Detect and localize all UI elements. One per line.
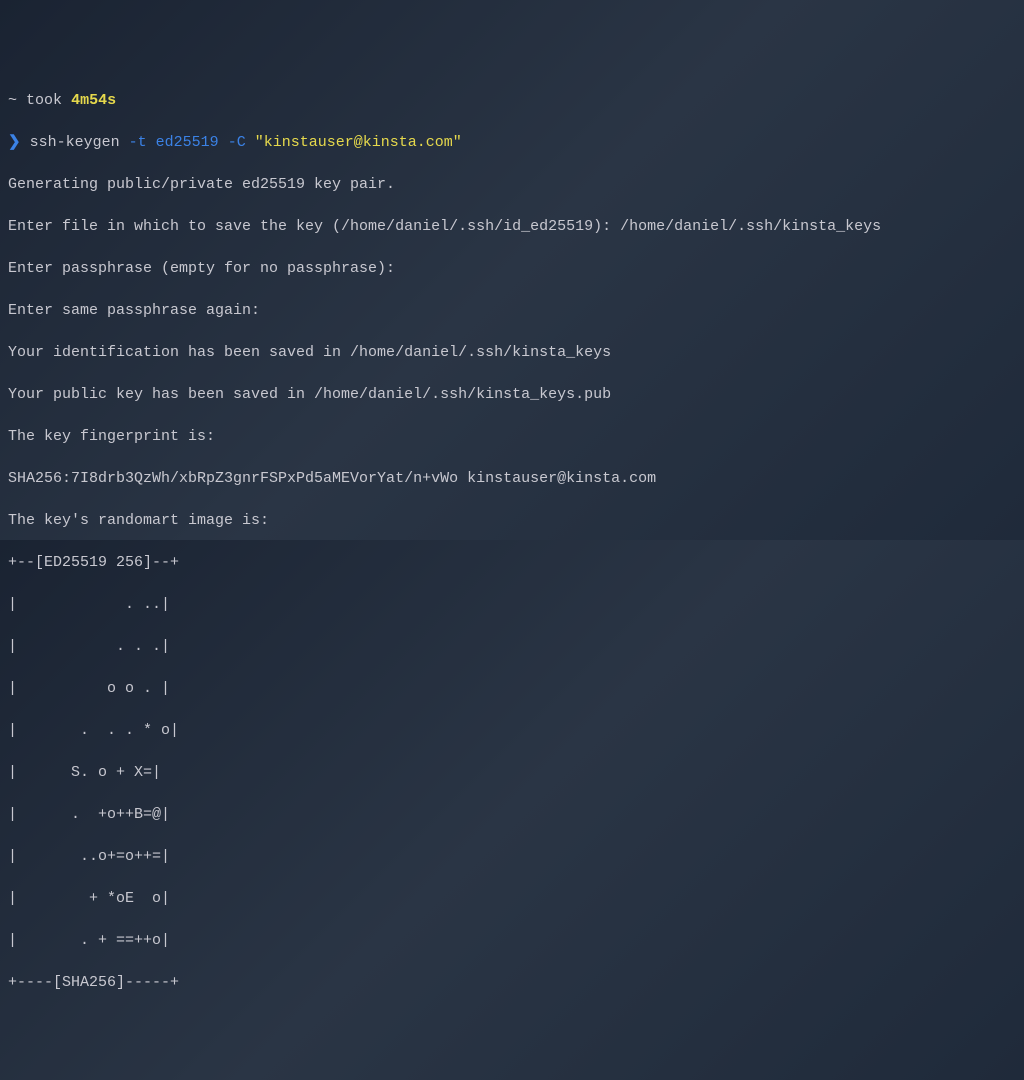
- output-line: Generating public/private ed25519 key pa…: [8, 174, 1016, 195]
- command-flag-t: -t: [129, 134, 147, 151]
- cwd-tilde: ~: [8, 92, 17, 109]
- took-label: took: [26, 92, 62, 109]
- output-line: Your public key has been saved in /home/…: [8, 384, 1016, 405]
- randomart-line: | . ..|: [8, 594, 1016, 615]
- randomart-line: +--[ED25519 256]--+: [8, 552, 1016, 573]
- output-line: Enter file in which to save the key (/ho…: [8, 216, 1016, 237]
- command-name: ssh-keygen: [30, 134, 120, 151]
- output-line: Enter passphrase (empty for no passphras…: [8, 258, 1016, 279]
- randomart-line: | . . .|: [8, 636, 1016, 657]
- randomart-line: | ..o+=o++=|: [8, 846, 1016, 867]
- randomart-line: +----[SHA256]-----+: [8, 972, 1016, 993]
- prompt-symbol: ❯: [8, 134, 21, 151]
- randomart-line: | . + ==++o|: [8, 930, 1016, 951]
- shell-status-line: ~ took 4m54s: [8, 90, 1016, 111]
- command-comment-string: "kinstauser@kinsta.com": [255, 134, 462, 151]
- command-input-line[interactable]: ❯ ssh-keygen -t ed25519 -C "kinstauser@k…: [8, 132, 1016, 153]
- randomart-line: | + *oE o|: [8, 888, 1016, 909]
- output-line: Enter same passphrase again:: [8, 300, 1016, 321]
- randomart-line: | S. o + X=|: [8, 762, 1016, 783]
- output-line: The key's randomart image is:: [8, 510, 1016, 531]
- command-duration: 4m54s: [71, 92, 116, 109]
- output-line: Your identification has been saved in /h…: [8, 342, 1016, 363]
- randomart-line: | . +o++B=@|: [8, 804, 1016, 825]
- output-line: SHA256:7I8drb3QzWh/xbRpZ3gnrFSPxPd5aMEVo…: [8, 468, 1016, 489]
- randomart-line: | . . . * o|: [8, 720, 1016, 741]
- randomart-line: | o o . |: [8, 678, 1016, 699]
- command-flag-c: -C: [228, 134, 246, 151]
- output-line: The key fingerprint is:: [8, 426, 1016, 447]
- command-arg-keytype: ed25519: [156, 134, 219, 151]
